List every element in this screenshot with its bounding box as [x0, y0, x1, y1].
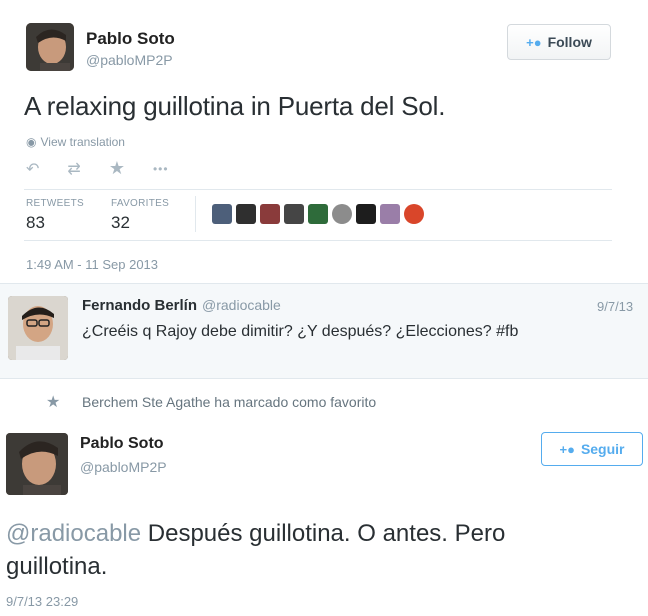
reply-header: Fernando Berlín @radiocable	[82, 297, 281, 314]
stats-top-divider	[24, 189, 612, 190]
add-user-icon: +●	[526, 34, 542, 50]
second-author-handle[interactable]: @pabloMP2P	[80, 459, 167, 475]
second-author-name[interactable]: Pablo Soto	[80, 435, 164, 453]
reply-date[interactable]: 9/7/13	[597, 299, 633, 314]
add-user-icon: +●	[559, 441, 575, 457]
reply-text: ¿Creéis q Rajoy debe dimitir? ¿Y después…	[82, 323, 519, 340]
second-tweet-timestamp[interactable]: 9/7/13 23:29	[6, 594, 78, 609]
favoriter-avatar[interactable]	[356, 204, 376, 224]
favoriters-avatars	[212, 204, 424, 224]
second-author-avatar[interactable]	[6, 433, 68, 495]
retweets-label: RETWEETS	[26, 198, 84, 209]
tweet-timestamp[interactable]: 1:49 AM - 11 Sep 2013	[26, 257, 158, 272]
stats-separator	[195, 196, 196, 232]
reply-author-avatar[interactable]	[8, 296, 68, 360]
favoriter-avatar[interactable]	[332, 204, 352, 224]
view-translation-label: View translation	[40, 135, 125, 149]
favoriter-avatar[interactable]	[260, 204, 280, 224]
reply-author-name[interactable]: Fernando Berlín	[82, 297, 197, 314]
favorites-count[interactable]: 32	[111, 213, 130, 233]
author-avatar[interactable]	[26, 23, 74, 71]
mention-link[interactable]: @radiocable	[6, 520, 141, 547]
retweet-icon[interactable]: ⇄	[67, 159, 80, 179]
favoriter-avatar[interactable]	[212, 204, 232, 224]
tweet-actions: ↶ ⇄ ★ •••	[26, 158, 169, 179]
tweet-text: A relaxing guillotina in Puerta del Sol.	[24, 91, 446, 121]
author-name[interactable]: Pablo Soto	[86, 29, 175, 49]
seguir-label: Seguir	[580, 441, 625, 457]
follow-button[interactable]: +● Follow	[507, 24, 611, 60]
favorites-label: FAVORITES	[111, 198, 170, 209]
favoriter-avatar[interactable]	[284, 204, 304, 224]
view-translation-link[interactable]: ◉ View translation	[26, 135, 125, 149]
seguir-button[interactable]: +● Seguir	[541, 432, 643, 466]
stats-bottom-divider	[24, 240, 612, 241]
reply-author-handle[interactable]: @radiocable	[202, 297, 281, 313]
favoriter-avatar[interactable]	[380, 204, 400, 224]
follow-label: Follow	[547, 34, 592, 50]
favoriter-avatar[interactable]	[308, 204, 328, 224]
more-icon[interactable]: •••	[153, 162, 169, 176]
reply-icon[interactable]: ↶	[26, 159, 39, 179]
author-handle[interactable]: @pabloMP2P	[86, 52, 173, 68]
second-tweet-text: @radiocable Después guillotina. O antes.…	[6, 517, 606, 583]
retweets-count[interactable]: 83	[26, 213, 45, 233]
favoriter-avatar[interactable]	[236, 204, 256, 224]
favoriter-avatar[interactable]	[404, 204, 424, 224]
favorite-notice-text: Berchem Ste Agathe ha marcado como favor…	[82, 394, 377, 410]
favorite-star-icon: ★	[46, 394, 61, 411]
favorite-icon[interactable]: ★	[109, 158, 125, 179]
globe-icon: ◉	[26, 135, 37, 149]
